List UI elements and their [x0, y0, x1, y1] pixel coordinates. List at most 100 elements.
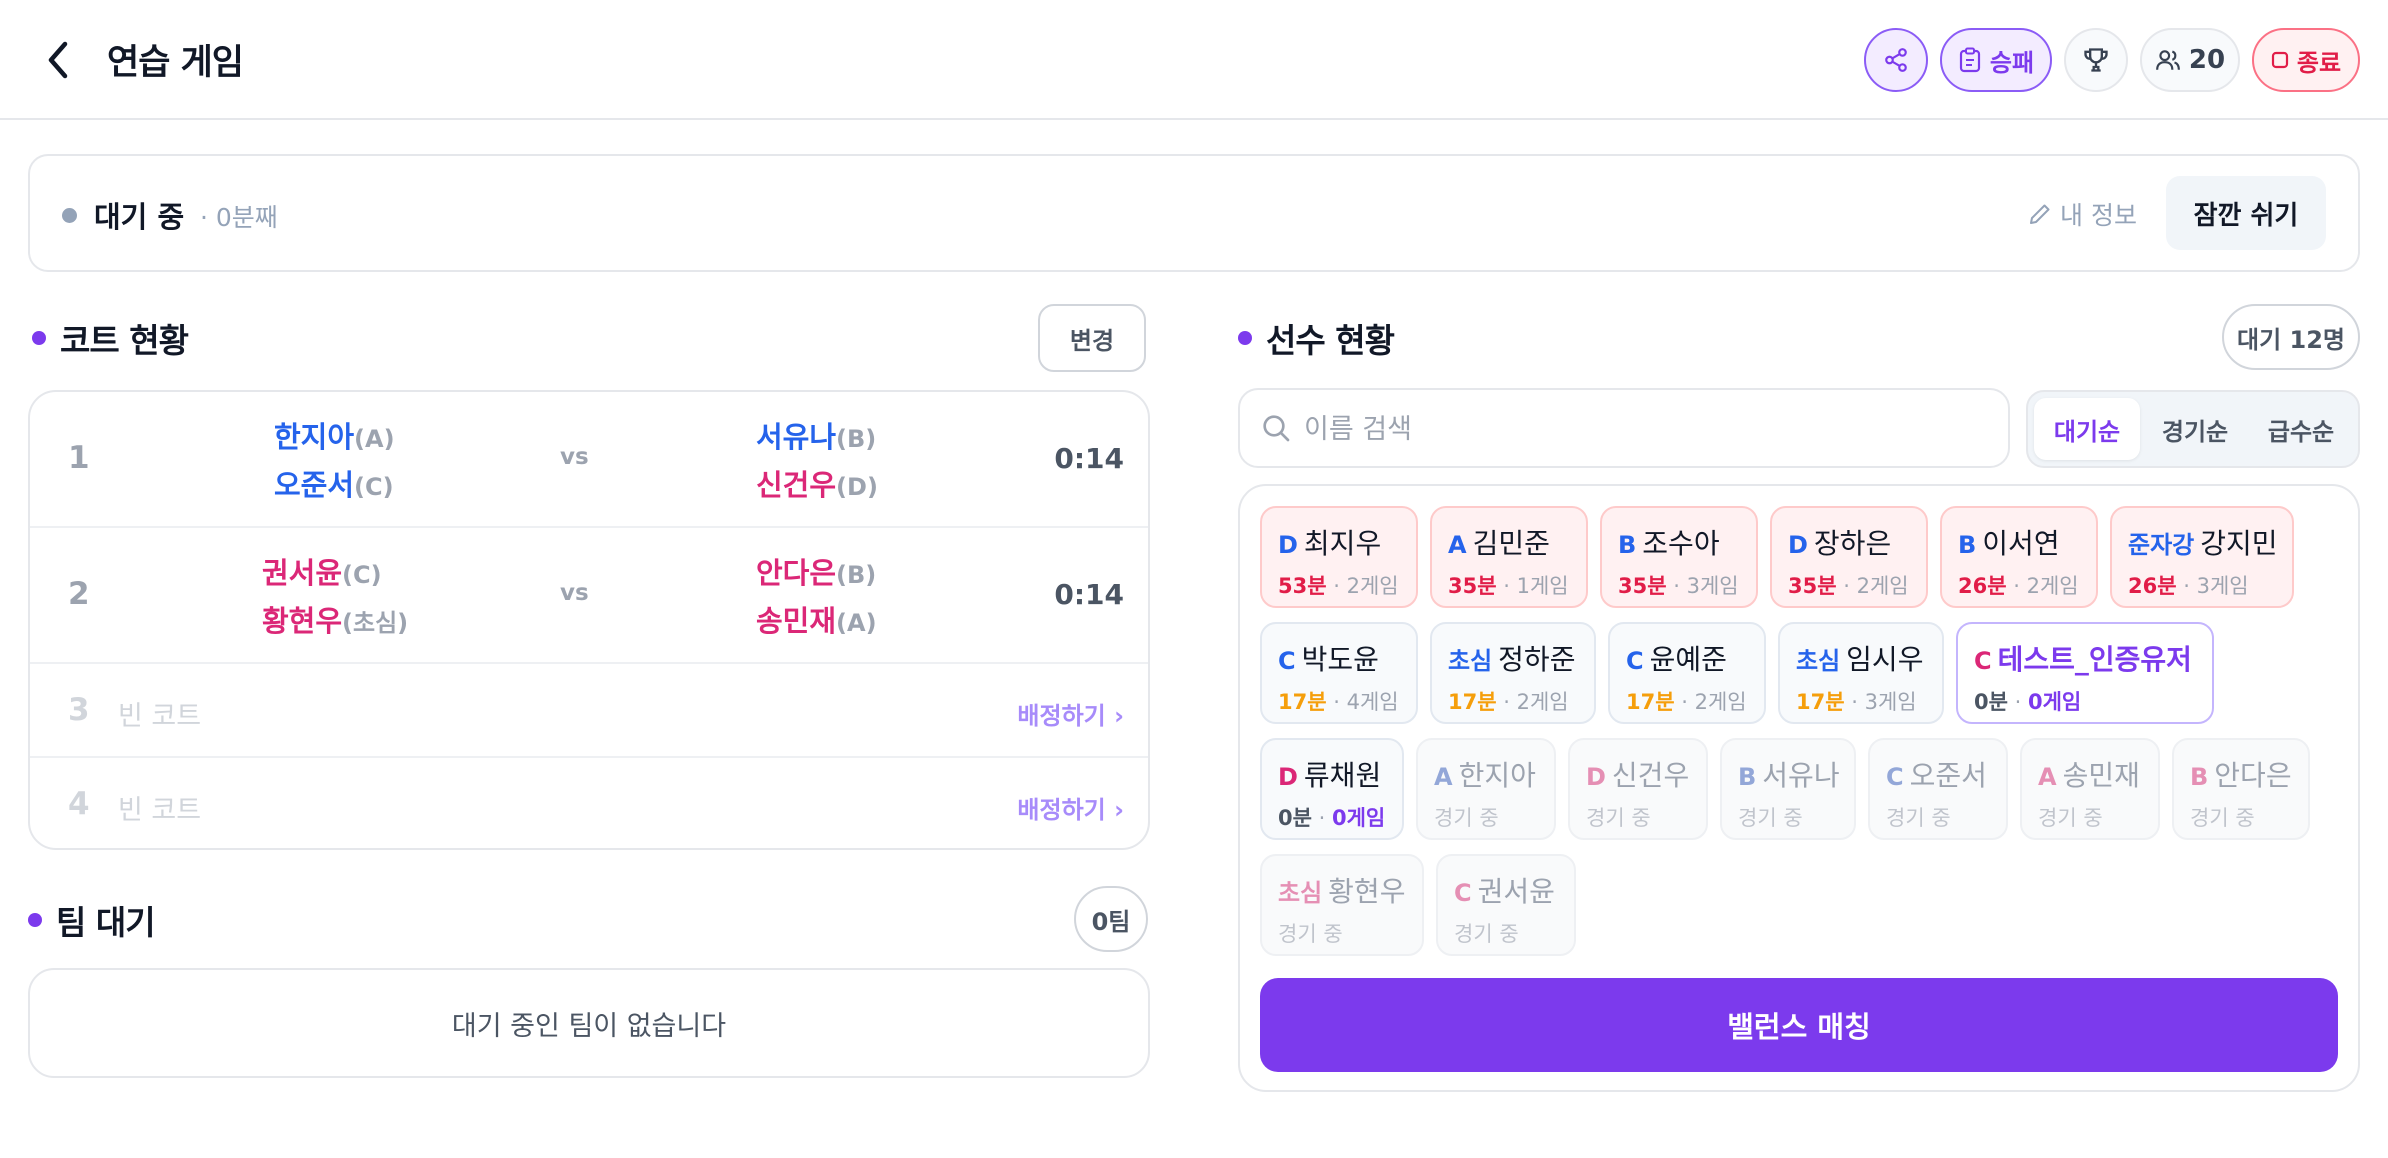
win-loss-label: 승패: [1989, 48, 2035, 77]
player-chip-playing[interactable]: B 서유나 경기 중: [1720, 738, 1856, 840]
grade-badge: A: [1434, 763, 1453, 791]
player-chip[interactable]: C 윤예준 17분 · 2게임: [1608, 622, 1766, 724]
player-chip[interactable]: D 최지우 53분 · 2게임: [1260, 506, 1418, 608]
player-chip-playing[interactable]: B 안다은 경기 중: [2172, 738, 2310, 840]
player-grade: (A): [836, 609, 877, 637]
player-chip-playing[interactable]: A 한지아 경기 중: [1416, 738, 1556, 840]
my-info-label: 내 정보: [2060, 201, 2137, 230]
player-grade: (C): [342, 561, 382, 589]
player-name: 송민재: [2062, 759, 2140, 792]
ranking-button[interactable]: [2064, 28, 2128, 92]
court-row[interactable]: 1 한지아(A) 오준서(C) vs 서유나(B) 신건우(D) 0:14: [30, 392, 1148, 528]
separator: ·: [1318, 806, 1326, 830]
share-button[interactable]: [1864, 28, 1928, 92]
end-session-button[interactable]: 종료: [2252, 28, 2360, 92]
player-grade: (C): [354, 473, 394, 501]
members-button[interactable]: 20: [2140, 28, 2240, 92]
playing-status: 경기 중: [1278, 922, 1343, 946]
grade-badge: C: [1626, 647, 1644, 675]
search-icon: [1263, 415, 1290, 442]
player-chip[interactable]: D 장하은 35분 · 2게임: [1770, 506, 1928, 608]
balance-matching-button[interactable]: 밸런스 매칭: [1260, 978, 2338, 1072]
take-break-button[interactable]: 잠깐 쉬기: [2166, 176, 2326, 250]
wait-time: 35분: [1788, 574, 1837, 598]
vs-label: vs: [560, 444, 589, 470]
wait-time: 0분: [1278, 806, 1312, 830]
player-search-input[interactable]: [1304, 404, 1984, 454]
court-number: 3: [68, 692, 90, 728]
grade-badge: A: [2038, 763, 2057, 791]
court-elapsed-time: 0:14: [1054, 442, 1124, 475]
court-number: 4: [68, 786, 90, 822]
players-title-text: 선수 현황: [1266, 321, 1395, 360]
my-info-link[interactable]: 내 정보: [2028, 196, 2137, 232]
player-name: 신건우: [1611, 759, 1690, 792]
player-name: 오준서: [274, 468, 355, 502]
player-chip[interactable]: B 이서연 26분 · 2게임: [1940, 506, 2098, 608]
sort-tab-grade[interactable]: 급수순: [2248, 398, 2354, 460]
player-name: 황현우: [262, 604, 343, 638]
vs-label: vs: [560, 580, 589, 606]
player-chip-playing[interactable]: C 오준서 경기 중: [1868, 738, 2008, 840]
grade-badge: C: [1886, 763, 1904, 791]
grade-badge: A: [1448, 531, 1467, 559]
wait-time: 26분: [1958, 574, 2007, 598]
player-name: 이서연: [1982, 527, 2060, 560]
player-chip-playing[interactable]: A 송민재 경기 중: [2020, 738, 2160, 840]
grade-badge: 초심: [1448, 647, 1493, 675]
player-grade: (B): [836, 425, 877, 453]
player-chip-playing[interactable]: D 신건우 경기 중: [1568, 738, 1708, 840]
wait-time: 17분: [1796, 690, 1845, 714]
player-chip-playing[interactable]: C 권서윤 경기 중: [1436, 854, 1576, 956]
player-chip[interactable]: 초심 임시우 17분 · 3게임: [1778, 622, 1944, 724]
player-chip-playing[interactable]: 초심 황현우 경기 중: [1260, 854, 1424, 956]
player-name: 오준서: [1909, 759, 1987, 792]
wait-time: 35분: [1618, 574, 1667, 598]
player-name: 권서윤: [262, 556, 343, 590]
game-count: 2게임: [1694, 690, 1747, 714]
back-button[interactable]: [30, 32, 86, 88]
player-name: 한지아: [274, 420, 355, 454]
sort-tab-waiting[interactable]: 대기순: [2034, 398, 2140, 460]
assign-court-link[interactable]: 배정하기 ›: [1017, 790, 1124, 825]
player-chip[interactable]: A 김민준 35분 · 1게임: [1430, 506, 1588, 608]
team-a: 권서윤(C) 황현우(초심): [262, 550, 408, 646]
game-count: 3게임: [2196, 574, 2249, 598]
player-chip[interactable]: 초심 정하준 17분 · 2게임: [1430, 622, 1596, 724]
separator: ·: [1333, 574, 1340, 598]
game-count: 1게임: [1516, 574, 1569, 598]
player-chip[interactable]: 준자강 강지민 26분 · 3게임: [2110, 506, 2294, 608]
court-number: 1: [68, 440, 90, 476]
stop-icon: [2271, 51, 2289, 69]
change-courts-button[interactable]: 변경: [1038, 304, 1146, 372]
section-dot: [1238, 331, 1252, 345]
player-name: 강지민: [2200, 527, 2278, 560]
wait-time: 53분: [1278, 574, 1327, 598]
team-b: 서유나(B) 신건우(D): [756, 414, 878, 510]
court-number: 2: [68, 576, 90, 612]
empty-court-row: 4 빈 코트 배정하기 ›: [30, 758, 1148, 848]
player-name: 서유나: [756, 420, 837, 454]
grade-badge: B: [1958, 531, 1977, 559]
player-chip[interactable]: B 조수아 35분 · 3게임: [1600, 506, 1758, 608]
court-row[interactable]: 2 권서윤(C) 황현우(초심) vs 안다은(B) 송민재(A) 0:14: [30, 528, 1148, 664]
team-b: 안다은(B) 송민재(A): [756, 550, 877, 646]
status-duration: · 0분째: [200, 203, 278, 232]
assign-court-link[interactable]: 배정하기 ›: [1017, 696, 1124, 731]
player-chip-me[interactable]: C 테스트_인증유저 0분 · 0게임: [1956, 622, 2214, 724]
win-loss-button[interactable]: 승패: [1940, 28, 2052, 92]
separator: ·: [2183, 574, 2190, 598]
grade-badge: C: [1278, 647, 1296, 675]
player-grade: (B): [836, 561, 877, 589]
player-grade: (D): [836, 473, 878, 501]
separator: ·: [2014, 690, 2022, 714]
player-chip[interactable]: C 박도윤 17분 · 4게임: [1260, 622, 1418, 724]
court-title-text: 코트 현황: [60, 321, 189, 360]
grade-badge: B: [1618, 531, 1637, 559]
separator: ·: [1673, 574, 1680, 598]
pencil-icon: [2030, 204, 2050, 224]
sort-tab-games[interactable]: 경기순: [2142, 398, 2248, 460]
top-bar: 연습 게임 승패 20 종료: [0, 0, 2388, 120]
share-icon: [1885, 48, 1907, 72]
player-chip[interactable]: D 류채원 0분 · 0게임: [1260, 738, 1404, 840]
